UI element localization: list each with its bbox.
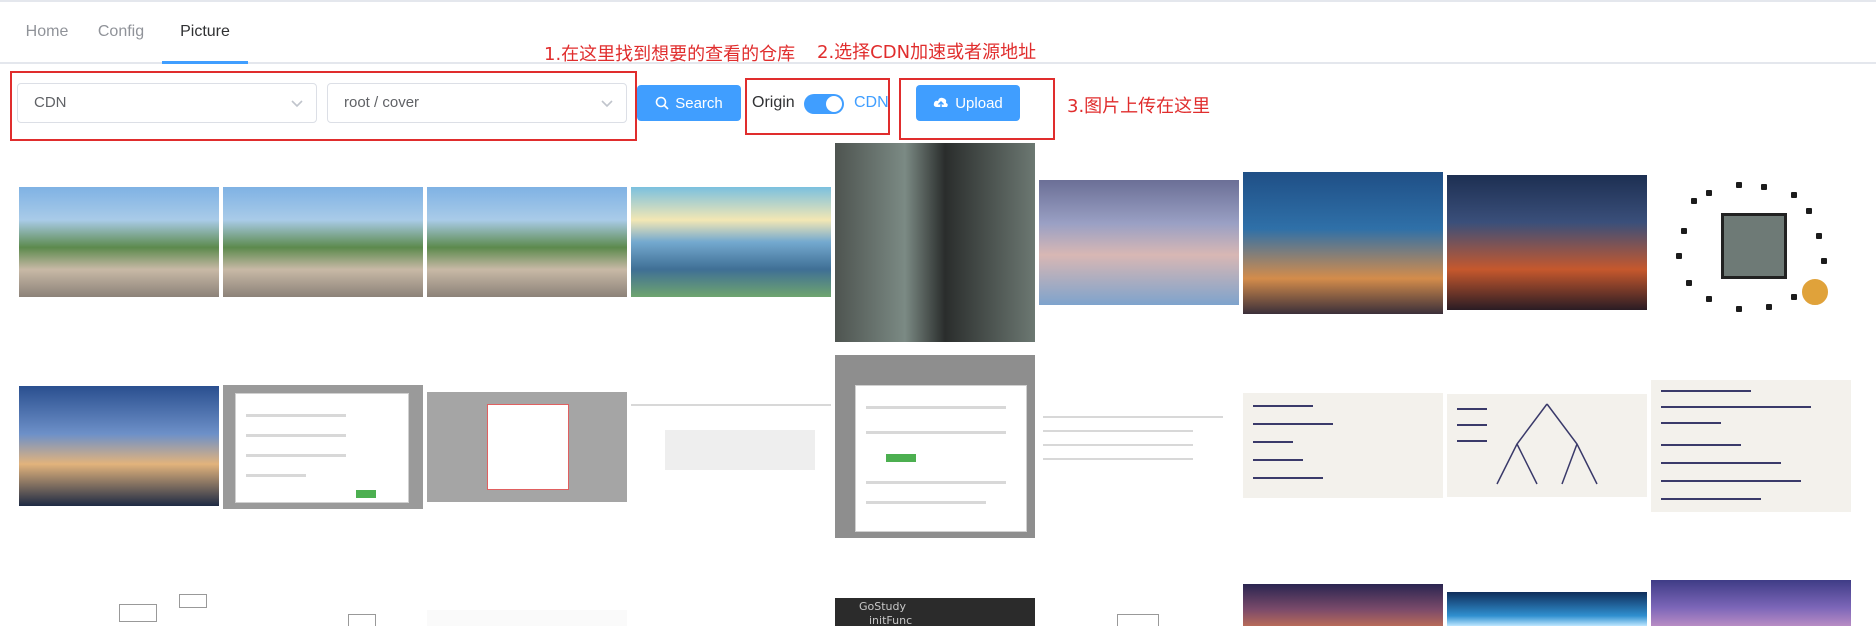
upload-cloud-icon <box>934 97 949 108</box>
gallery-image-code-tree[interactable]: GoStudy initFunc <box>835 598 1035 626</box>
gallery-image[interactable] <box>1039 180 1239 305</box>
active-tab-indicator <box>162 61 248 64</box>
repo-select-value: root / cover <box>344 94 420 111</box>
gallery-image-notes[interactable] <box>1447 394 1647 497</box>
search-button[interactable]: Search <box>637 85 741 121</box>
source-select-value: CDN <box>34 94 67 111</box>
tab-home[interactable]: Home <box>17 2 77 62</box>
annotation-step2: 2.选择CDN加速或者源地址 <box>817 42 1037 63</box>
gallery-image[interactable] <box>631 187 831 297</box>
gallery-image-notes[interactable] <box>1243 393 1443 498</box>
switch-label-origin: Origin <box>752 94 795 111</box>
gallery-image-doc[interactable] <box>631 396 831 496</box>
gallery-image[interactable] <box>1243 172 1443 314</box>
gallery-image-diagram[interactable] <box>1039 600 1239 626</box>
gallery-image-doc[interactable] <box>1039 410 1239 482</box>
tree-folder-gostudy: GoStudy <box>859 600 907 613</box>
tree-sketch <box>1496 403 1598 485</box>
tree-folder-initfunc: initFunc <box>869 614 913 626</box>
chevron-down-icon <box>291 100 303 108</box>
gallery-image[interactable] <box>223 187 423 297</box>
gallery-image[interactable] <box>1447 175 1647 310</box>
switch-label-cdn: CDN <box>854 94 889 111</box>
gallery-image[interactable] <box>1651 580 1851 626</box>
gallery-image[interactable] <box>1243 584 1443 626</box>
gallery-image[interactable] <box>1447 592 1647 626</box>
upload-button[interactable]: Upload <box>916 85 1020 121</box>
gallery-image-qr[interactable] <box>1651 168 1851 318</box>
gallery-image[interactable] <box>19 386 219 506</box>
gallery-image-diagram[interactable] <box>427 610 627 626</box>
gallery-image-diagram[interactable] <box>19 590 219 626</box>
source-select[interactable]: CDN <box>17 83 317 123</box>
annotation-step3: 3.图片上传在这里 <box>1067 96 1211 117</box>
gallery-image-diagram[interactable] <box>223 600 423 626</box>
cdn-origin-switch[interactable] <box>804 94 844 114</box>
gallery-image-doc[interactable] <box>223 385 423 509</box>
chevron-down-icon <box>601 100 613 108</box>
gallery-image-doc[interactable] <box>427 392 627 502</box>
upload-button-label: Upload <box>955 94 1003 112</box>
repo-select[interactable]: root / cover <box>327 83 627 123</box>
search-button-label: Search <box>675 94 723 112</box>
gallery-image-notes[interactable] <box>1651 380 1851 512</box>
annotation-step1: 1.在这里找到想要的查看的仓库 <box>544 44 796 65</box>
gallery-image[interactable] <box>19 187 219 297</box>
gallery-image[interactable] <box>835 143 1035 342</box>
gallery-image-doc[interactable] <box>835 355 1035 538</box>
tab-config[interactable]: Config <box>95 2 147 62</box>
gallery-image[interactable] <box>427 187 627 297</box>
search-icon <box>655 96 669 110</box>
switch-knob <box>826 96 842 112</box>
tab-picture[interactable]: Picture <box>162 2 248 62</box>
